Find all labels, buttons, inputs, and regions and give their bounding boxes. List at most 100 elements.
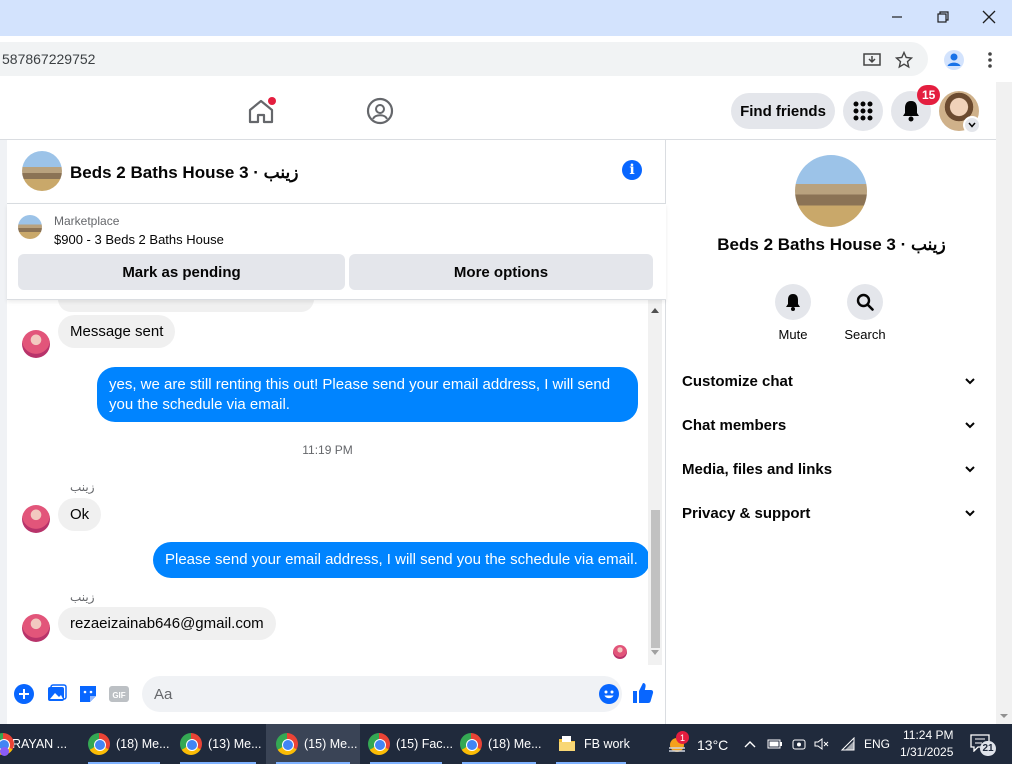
section-chat-members[interactable]: Chat members <box>682 411 982 439</box>
more-options-button[interactable]: More options <box>349 254 653 290</box>
find-friends-button[interactable]: Find friends <box>731 93 835 129</box>
message-bubble-in: Message sent <box>58 315 176 348</box>
taskbar-item-label: FB work <box>584 737 630 751</box>
chevron-down-icon <box>965 510 975 517</box>
search-action[interactable]: Search <box>835 284 895 342</box>
clock-time[interactable]: 11:24 PM <box>903 728 953 742</box>
chrome-icon <box>0 733 14 756</box>
bell-icon <box>903 101 919 122</box>
search-icon <box>856 293 874 311</box>
message-input-placeholder: Aa <box>154 686 173 703</box>
message-bubble-in: Ok <box>58 498 102 531</box>
listing-title[interactable]: $900 - 3 Beds 2 Baths House <box>54 232 224 247</box>
chat-scrollbar-thumb[interactable] <box>651 510 660 648</box>
battery-icon[interactable] <box>767 738 783 750</box>
wifi-icon[interactable] <box>840 737 856 751</box>
message-list: Message sent yes, we are still renting t… <box>7 300 666 665</box>
browser-profile-icon[interactable] <box>942 48 966 72</box>
chevron-up-icon[interactable] <box>744 740 756 748</box>
sender-avatar[interactable] <box>22 330 50 358</box>
chevron-down-icon <box>965 422 975 429</box>
section-customize-chat[interactable]: Customize chat <box>682 367 982 395</box>
message-bubble-in: rezaeizainab646@gmail.com <box>58 607 276 640</box>
svg-text:GIF: GIF <box>112 691 125 700</box>
chevron-down-icon <box>965 378 975 385</box>
taskbar-item[interactable]: (13) Me... <box>170 724 266 764</box>
notification-badge: 15 <box>917 85 941 105</box>
left-edge-strip <box>0 140 7 724</box>
photo-icon[interactable] <box>46 683 68 705</box>
taskbar-item[interactable]: FB work <box>546 724 636 764</box>
close-icon <box>982 10 996 24</box>
info-name: Beds 2 Baths House 3 · زينب <box>717 235 946 254</box>
clock-date[interactable]: 1/31/2025 <box>900 745 953 759</box>
conversation-info-panel: Beds 2 Baths House 3 · زينب Mute Search … <box>667 140 996 724</box>
taskbar-item[interactable]: (18) Me... <box>452 724 546 764</box>
chrome-icon <box>180 733 202 755</box>
notification-center-icon[interactable]: 21 <box>970 734 998 756</box>
taskbar-item[interactable]: (18) Me... <box>78 724 170 764</box>
search-label: Search <box>844 327 886 342</box>
menu-grid-button[interactable] <box>843 91 883 131</box>
chat-title[interactable]: Beds 2 Baths House 3 · زينب <box>70 163 298 183</box>
taskbar-item-label: RAYAN ... <box>12 737 68 751</box>
add-plus-icon[interactable] <box>13 683 35 705</box>
restore-button[interactable] <box>920 0 966 34</box>
folder-icon <box>559 736 575 751</box>
mark-as-pending-button[interactable]: Mark as pending <box>18 254 345 290</box>
close-window-button[interactable] <box>966 0 1012 34</box>
gif-icon[interactable]: GIF <box>108 683 130 705</box>
section-label: Chat members <box>682 416 787 434</box>
chevron-down-icon <box>965 466 975 473</box>
weather-icon[interactable]: 1 <box>666 731 689 756</box>
sender-avatar[interactable] <box>22 614 50 642</box>
omnibox[interactable]: 587867229752 <box>0 42 928 76</box>
chat-avatar[interactable] <box>22 151 62 191</box>
minimize-icon <box>892 16 902 18</box>
taskbar-item-label: (18) Me... <box>488 737 542 751</box>
minimize-button[interactable] <box>874 0 920 34</box>
marketplace-label: Marketplace <box>54 214 120 228</box>
taskbar-item[interactable]: RAYAN ... <box>0 724 78 764</box>
meet-now-icon[interactable] <box>791 737 807 751</box>
sticker-icon[interactable] <box>77 683 99 705</box>
sender-name: زينب <box>70 480 95 494</box>
taskbar-item[interactable]: (15) Fac... <box>360 724 453 764</box>
section-label: Customize chat <box>682 372 793 390</box>
account-chevron-down-icon[interactable] <box>963 116 981 134</box>
sender-avatar[interactable] <box>22 505 50 533</box>
section-label: Privacy & support <box>682 504 811 522</box>
sender-name: زينب <box>70 590 95 604</box>
volume-muted-icon[interactable] <box>814 737 830 751</box>
listing-thumbnail[interactable] <box>18 215 42 239</box>
facebook-header: Find friends 15 <box>0 82 996 140</box>
chat-header: Beds 2 Baths House 3 · زينب i <box>7 140 666 204</box>
install-app-icon[interactable] <box>860 48 884 72</box>
chrome-icon <box>276 733 298 755</box>
mute-action[interactable]: Mute <box>763 284 823 342</box>
taskbar-item-label: (15) Me... <box>304 737 358 751</box>
page-scrollbar[interactable] <box>996 82 1012 724</box>
message-bubble-out: yes, we are still renting this out! Plea… <box>97 367 638 422</box>
mute-label: Mute <box>778 327 808 342</box>
section-media-files-links[interactable]: Media, files and links <box>682 455 982 483</box>
message-timestamp: 11:19 PM <box>302 443 353 457</box>
taskbar-item-label: (13) Me... <box>208 737 262 751</box>
taskbar-item-label: (15) Fac... <box>396 737 453 751</box>
message-input[interactable]: Aa <box>142 676 622 712</box>
language-indicator[interactable]: ENG <box>864 737 890 751</box>
taskbar-item-active[interactable]: (15) Me... <box>266 724 360 764</box>
info-icon[interactable]: i <box>622 160 642 180</box>
section-privacy-support[interactable]: Privacy & support <box>682 499 982 527</box>
emoji-icon[interactable] <box>599 684 619 704</box>
temperature-text[interactable]: 13°C <box>697 737 728 753</box>
marketplace-banner: Marketplace $900 - 3 Beds 2 Baths House … <box>7 204 666 300</box>
home-icon[interactable] <box>246 96 276 126</box>
restore-icon <box>937 11 949 23</box>
browser-menu-icon[interactable] <box>978 48 1002 72</box>
info-avatar[interactable] <box>795 155 867 227</box>
message-bubble-out: Please send your email address, I will s… <box>153 542 650 578</box>
bookmark-star-icon[interactable] <box>892 48 916 72</box>
like-thumb-icon[interactable] <box>631 681 655 705</box>
groups-icon[interactable] <box>365 96 395 126</box>
